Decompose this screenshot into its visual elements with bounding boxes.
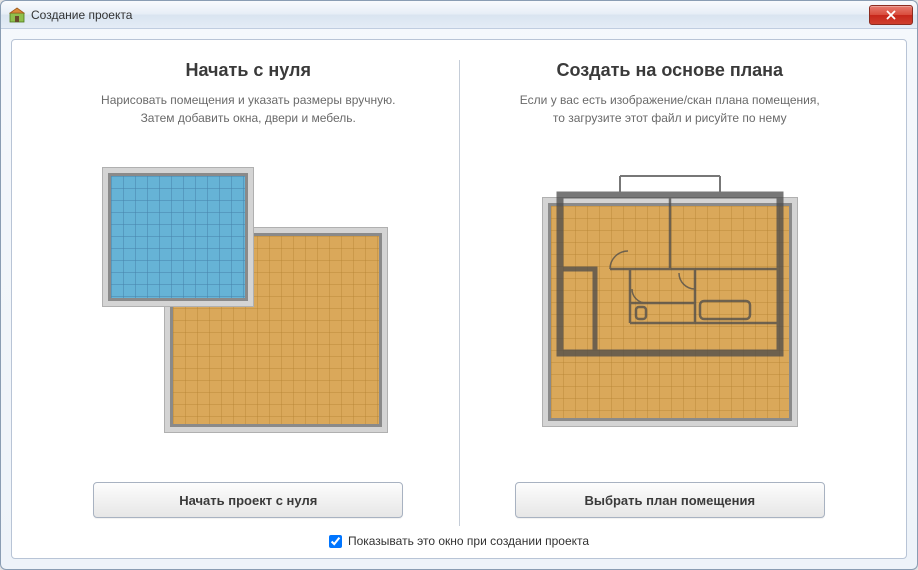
close-button[interactable] <box>869 5 913 25</box>
show-on-create-label[interactable]: Показывать это окно при создании проекта <box>348 534 589 548</box>
desc-right: Если у вас есть изображение/скан плана п… <box>520 91 820 127</box>
desc-left: Нарисовать помещения и указать размеры в… <box>101 91 395 127</box>
choose-plan-button[interactable]: Выбрать план помещения <box>515 482 825 518</box>
window-title: Создание проекта <box>31 8 869 22</box>
illustration-from-scratch <box>108 141 388 464</box>
start-from-scratch-button[interactable]: Начать проект с нуля <box>93 482 403 518</box>
illustration-from-plan <box>530 141 810 464</box>
close-icon <box>886 10 896 20</box>
titlebar[interactable]: Создание проекта <box>1 1 917 29</box>
show-on-create-checkbox[interactable] <box>329 535 342 548</box>
client-area: Начать с нуля Нарисовать помещения и ука… <box>1 29 917 569</box>
heading-left: Начать с нуля <box>186 60 312 81</box>
heading-right: Создать на основе плана <box>556 60 783 81</box>
column-divider <box>459 60 460 526</box>
footer: Показывать это окно при создании проекта <box>42 526 876 550</box>
columns: Начать с нуля Нарисовать помещения и ука… <box>42 60 876 526</box>
floorplan-overlay-icon <box>540 173 800 373</box>
app-icon <box>9 7 25 23</box>
option-start-from-scratch: Начать с нуля Нарисовать помещения и ука… <box>42 60 455 526</box>
dialog-window: Создание проекта Начать с нуля Нарисоват… <box>0 0 918 570</box>
option-from-plan: Создать на основе плана Если у вас есть … <box>464 60 877 526</box>
content-panel: Начать с нуля Нарисовать помещения и ука… <box>11 39 907 559</box>
illust-blue-grid <box>108 173 248 301</box>
